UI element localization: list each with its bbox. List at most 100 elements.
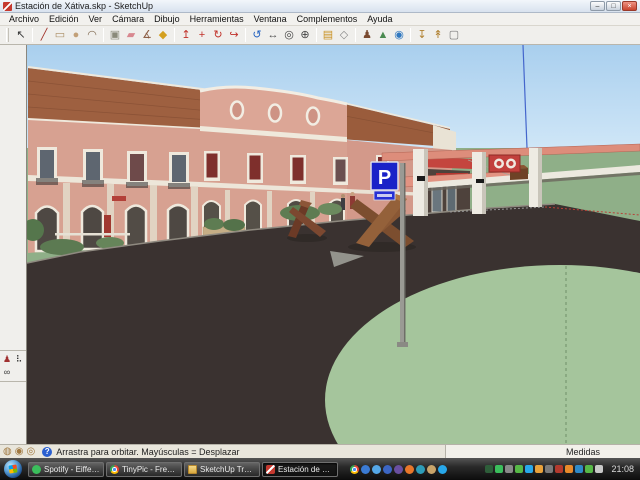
taskbar-button-label: TinyPic - Free Image H... bbox=[122, 465, 178, 474]
spotify-icon bbox=[32, 465, 41, 474]
tray-warning-icon[interactable] bbox=[555, 465, 563, 473]
rotate-tool-icon[interactable]: ↻ bbox=[210, 27, 226, 43]
tray-spotify-icon[interactable] bbox=[495, 465, 503, 473]
add-location-tool-icon[interactable]: ♟ bbox=[359, 27, 375, 43]
menu-archivo[interactable]: Archivo bbox=[4, 13, 44, 25]
toolbar-group-1: ↖ bbox=[13, 27, 29, 43]
circle-tool-icon[interactable]: ● bbox=[68, 27, 84, 43]
toolbar-group-5: ↺↔◎⊕ bbox=[249, 27, 313, 43]
tray-messenger-icon[interactable] bbox=[585, 465, 593, 473]
system-tray: 21:08 bbox=[485, 464, 640, 474]
toolbar-separator bbox=[103, 28, 104, 42]
taskbar-button-sketchup-folder[interactable]: SketchUp Trabajos bbox=[184, 462, 260, 477]
toolbar-handle[interactable] bbox=[6, 28, 9, 42]
make-component-tool-icon[interactable]: ▣ bbox=[107, 27, 123, 43]
geolocation-status-icon[interactable]: ◍ bbox=[3, 446, 12, 457]
tray-sync-icon[interactable] bbox=[575, 465, 583, 473]
quicklaunch-chrome-icon[interactable] bbox=[350, 465, 359, 474]
help-icon[interactable]: ? bbox=[42, 447, 52, 457]
quicklaunch-music-icon[interactable] bbox=[427, 465, 436, 474]
taskbar-clock: 21:08 bbox=[611, 464, 634, 474]
quicklaunch-media-player-icon[interactable] bbox=[394, 465, 403, 474]
tray-updates-icon[interactable] bbox=[535, 465, 543, 473]
tray-settings-icon[interactable] bbox=[545, 465, 553, 473]
sign-in-status-icon[interactable]: ◎ bbox=[26, 446, 35, 457]
close-button[interactable]: × bbox=[622, 1, 637, 11]
toolbar-separator bbox=[245, 28, 246, 42]
menu-dibujo[interactable]: Dibujo bbox=[149, 13, 185, 25]
toolbar-group-2: ╱▭●◠ bbox=[36, 27, 100, 43]
paint-bucket-tool-icon[interactable]: ◆ bbox=[155, 27, 171, 43]
component-browser-tool-icon[interactable]: ▢ bbox=[446, 27, 462, 43]
offset-tool-icon[interactable]: ↪ bbox=[226, 27, 242, 43]
toolbar-group-6: ▤◇ bbox=[320, 27, 352, 43]
tray-network-icon[interactable] bbox=[485, 465, 493, 473]
menu-complementos[interactable]: Complementos bbox=[292, 13, 363, 25]
maximize-button[interactable]: □ bbox=[606, 1, 621, 11]
quicklaunch-skype-icon[interactable] bbox=[438, 465, 447, 474]
select-tool-icon[interactable]: ↖ bbox=[13, 27, 29, 43]
toolbar-separator bbox=[410, 28, 411, 42]
tray-antivirus-icon[interactable] bbox=[515, 465, 523, 473]
status-bar: ◍◉◎ ? Arrastra para orbitar. Mayúsculas … bbox=[0, 444, 640, 458]
toolbar-group-7: ♟▲◉ bbox=[359, 27, 407, 43]
line-tool-icon[interactable]: ╱ bbox=[36, 27, 52, 43]
menu-ventana[interactable]: Ventana bbox=[249, 13, 292, 25]
menu-camara[interactable]: Cámara bbox=[107, 13, 149, 25]
quicklaunch-globe-icon[interactable] bbox=[416, 465, 425, 474]
taskbar-button-spotify[interactable]: Spotify - Eiffel 65 - W... bbox=[28, 462, 104, 477]
share-model-tool-icon[interactable]: ↟ bbox=[430, 27, 446, 43]
toolbar-group-4: ↥+↻↪ bbox=[178, 27, 242, 43]
quicklaunch-messenger-icon[interactable] bbox=[361, 465, 370, 474]
taskbar-button-label: SketchUp Trabajos bbox=[200, 465, 256, 474]
claim-credit-status-icon[interactable]: ◉ bbox=[15, 446, 24, 457]
get-models-tool-icon[interactable]: ↧ bbox=[414, 27, 430, 43]
minimize-button[interactable]: – bbox=[590, 1, 605, 11]
menu-edicion[interactable]: Edición bbox=[44, 13, 84, 25]
tray-input-icon[interactable] bbox=[595, 465, 603, 473]
zoom-extents-tool-icon[interactable]: ⊕ bbox=[297, 27, 313, 43]
sketchup-window: Estación de Xátiva.skp - SketchUp – □ × … bbox=[0, 0, 640, 480]
orbit-tool-icon[interactable]: ↺ bbox=[249, 27, 265, 43]
menu-bar: ArchivoEdiciónVerCámaraDibujoHerramienta… bbox=[0, 13, 640, 26]
measurements-box: Medidas bbox=[445, 445, 640, 459]
walk-tool-icon[interactable]: ⠧ bbox=[13, 353, 25, 366]
model-info-tool-icon[interactable]: ▤ bbox=[320, 27, 336, 43]
folder-icon bbox=[188, 465, 197, 474]
quicklaunch-explorer-icon[interactable] bbox=[383, 465, 392, 474]
arc-tool-icon[interactable]: ◠ bbox=[84, 27, 100, 43]
toolbar-separator bbox=[316, 28, 317, 42]
section-plane-tool-icon[interactable]: ◇ bbox=[336, 27, 352, 43]
tray-folder-icon[interactable] bbox=[565, 465, 573, 473]
taskbar-button-sketchup[interactable]: Estación de Xátiva.skp... bbox=[262, 462, 338, 477]
toolbar-separator bbox=[355, 28, 356, 42]
zoom-tool-icon[interactable]: ◎ bbox=[281, 27, 297, 43]
push-pull-tool-icon[interactable]: ↥ bbox=[178, 27, 194, 43]
viewport-3d[interactable]: P bbox=[27, 45, 640, 444]
pan-tool-icon[interactable]: ↔ bbox=[265, 27, 281, 43]
move-tool-icon[interactable]: + bbox=[194, 27, 210, 43]
title-bar: Estación de Xátiva.skp - SketchUp – □ × bbox=[0, 0, 640, 13]
quick-launch-bar bbox=[350, 465, 447, 474]
taskbar: Spotify - Eiffel 65 - W... TinyPic - Free… bbox=[0, 458, 640, 480]
tape-measure-tool-icon[interactable]: ∡ bbox=[139, 27, 155, 43]
status-hint: Arrastra para orbitar. Mayúsculas = Desp… bbox=[56, 447, 239, 457]
taskbar-button-tinypic[interactable]: TinyPic - Free Image H... bbox=[106, 462, 182, 477]
tray-skype-icon[interactable] bbox=[525, 465, 533, 473]
quicklaunch-firefox-icon[interactable] bbox=[405, 465, 414, 474]
tray-volume-icon[interactable] bbox=[505, 465, 513, 473]
sketchup-icon bbox=[266, 465, 275, 474]
menu-ayuda[interactable]: Ayuda bbox=[362, 13, 397, 25]
toggle-terrain-tool-icon[interactable]: ▲ bbox=[375, 27, 391, 43]
quicklaunch-internet-explorer-icon[interactable] bbox=[372, 465, 381, 474]
station-roundel-sign bbox=[489, 155, 520, 172]
eraser-tool-icon[interactable]: ▰ bbox=[123, 27, 139, 43]
menu-herramientas[interactable]: Herramientas bbox=[185, 13, 249, 25]
rectangle-tool-icon[interactable]: ▭ bbox=[52, 27, 68, 43]
look-around-tool-icon[interactable]: ∞ bbox=[1, 366, 13, 379]
menu-ver[interactable]: Ver bbox=[84, 13, 108, 25]
start-button[interactable] bbox=[4, 460, 22, 478]
position-camera-tool-icon[interactable]: ♟ bbox=[1, 353, 13, 366]
walkthrough-toolbar: ♟⠧∞ bbox=[0, 350, 26, 382]
photo-textures-tool-icon[interactable]: ◉ bbox=[391, 27, 407, 43]
